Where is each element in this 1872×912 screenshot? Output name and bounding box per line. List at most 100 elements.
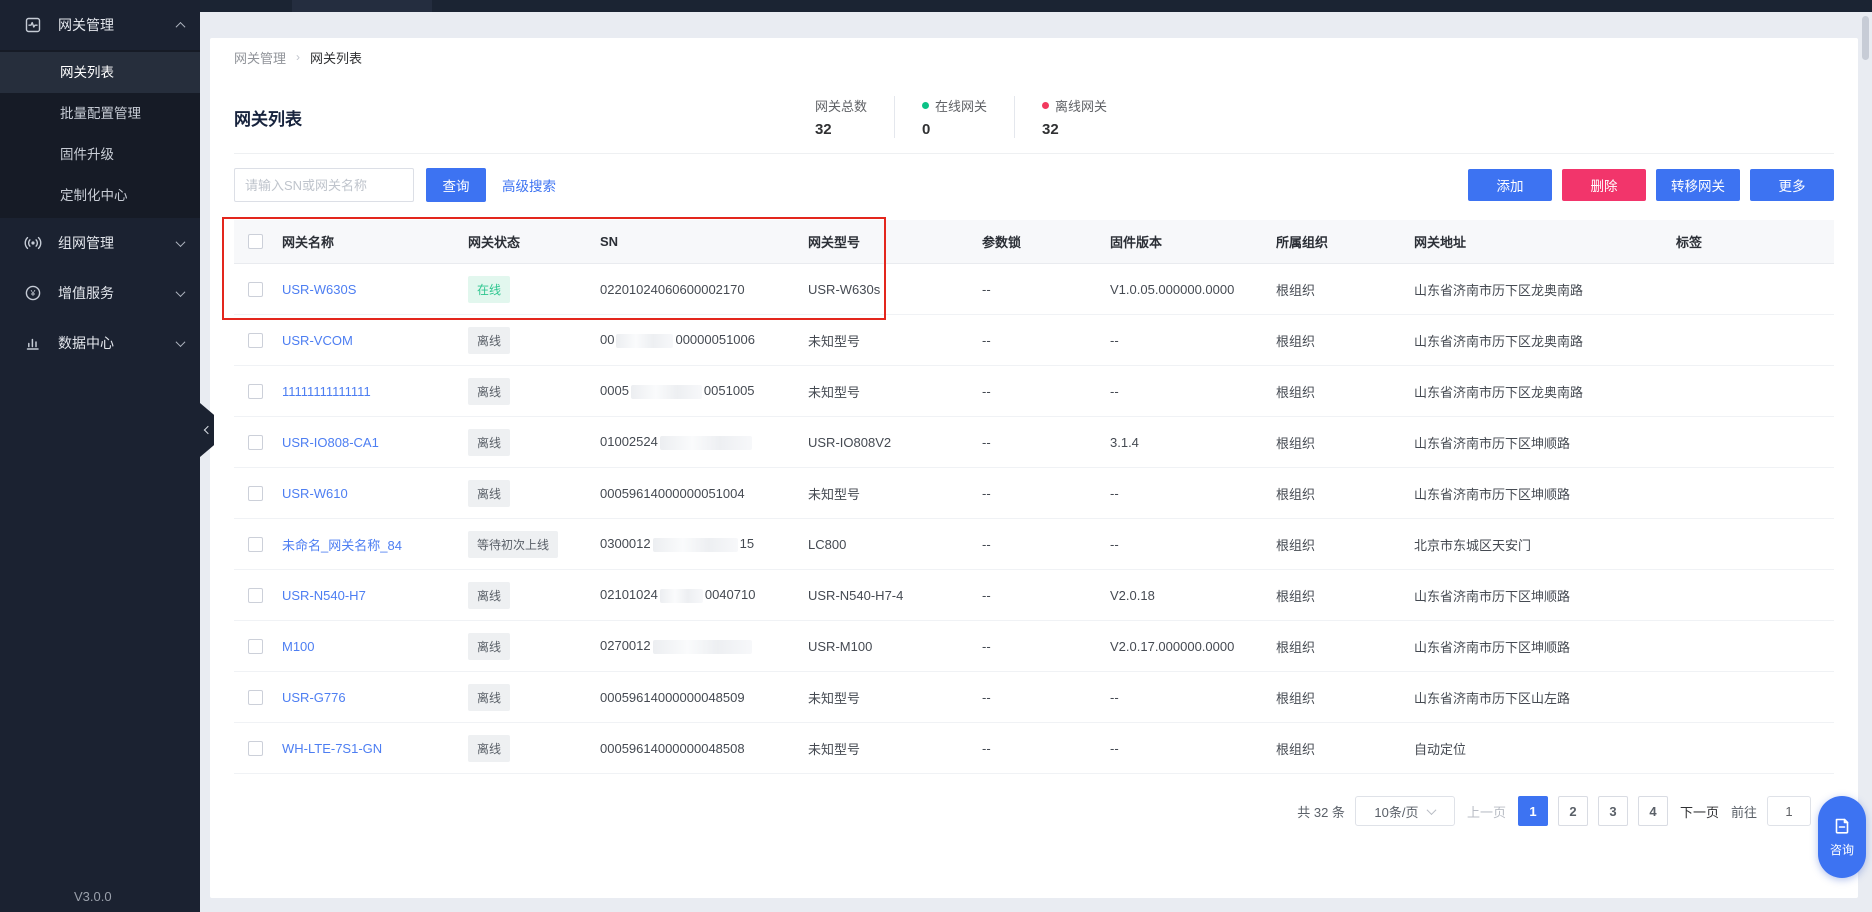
row-checkbox[interactable]: [248, 690, 263, 705]
gateway-name-link[interactable]: USR-W610: [282, 486, 348, 501]
transfer-gateway-button[interactable]: 转移网关: [1656, 169, 1740, 201]
sn-value: 030001215: [600, 536, 808, 552]
page-size-value: 10条/页: [1374, 802, 1418, 821]
advanced-search-link[interactable]: 高级搜索: [502, 175, 556, 195]
offline-dot-icon: [1042, 102, 1049, 109]
firmware-value: --: [1110, 333, 1276, 348]
add-button[interactable]: 添加: [1468, 169, 1552, 201]
org-value: 根组织: [1276, 382, 1414, 401]
consult-label: 咨询: [1830, 841, 1854, 858]
sidebar-item-batch-config[interactable]: 批量配置管理: [0, 93, 200, 134]
row-checkbox[interactable]: [248, 639, 263, 654]
more-button[interactable]: 更多: [1750, 169, 1834, 201]
org-value: 根组织: [1276, 484, 1414, 503]
row-checkbox[interactable]: [248, 282, 263, 297]
next-page-button[interactable]: 下一页: [1680, 802, 1719, 821]
sn-text: 0300012: [600, 536, 651, 551]
model-value: USR-W630s: [808, 282, 982, 297]
table-row: 未命名_网关名称_84 等待初次上线 030001215 LC800 -- --…: [234, 519, 1834, 570]
model-value: USR-M100: [808, 639, 982, 654]
select-all-checkbox[interactable]: [248, 234, 263, 249]
row-checkbox[interactable]: [248, 741, 263, 756]
gateway-name-link[interactable]: USR-W630S: [282, 282, 356, 297]
sidebar-item-network-management[interactable]: 组网管理: [0, 218, 200, 268]
sn-text: 00059614000000048508: [600, 741, 745, 756]
stat-value: 32: [1042, 121, 1107, 138]
gateway-name-link[interactable]: 11111111111111: [282, 384, 371, 399]
sn-text: 0270012: [600, 638, 651, 653]
breadcrumb-root[interactable]: 网关管理: [234, 48, 286, 67]
sidebar-item-gateway-management[interactable]: 网关管理: [0, 0, 200, 50]
page-button-1[interactable]: 1: [1518, 796, 1548, 826]
chevron-down-icon: [176, 287, 186, 297]
org-value: 根组织: [1276, 535, 1414, 554]
redaction-blur: [660, 436, 752, 450]
row-checkbox[interactable]: [248, 537, 263, 552]
sidebar-item-label: 组网管理: [58, 233, 177, 253]
gateway-name-link[interactable]: 未命名_网关名称_84: [282, 538, 402, 553]
stat-value: 32: [815, 121, 867, 138]
page-button-4[interactable]: 4: [1638, 796, 1668, 826]
gateway-name-link[interactable]: USR-IO808-CA1: [282, 435, 379, 450]
goto-page-input[interactable]: [1767, 796, 1811, 826]
sn-text: 00000051006: [675, 332, 755, 347]
gateway-management-icon: [24, 15, 44, 35]
gateway-name-link[interactable]: USR-VCOM: [282, 333, 353, 348]
row-checkbox[interactable]: [248, 435, 263, 450]
status-badge: 在线: [468, 276, 510, 303]
redaction-blur: [660, 589, 703, 603]
param-lock-value: --: [982, 588, 1110, 603]
app-version: V3.0.0: [74, 889, 112, 904]
gateway-name-link[interactable]: USR-N540-H7: [282, 588, 366, 603]
sidebar-submenu: 网关列表 批量配置管理 固件升级 定制化中心: [0, 50, 200, 218]
stat-label: 网关总数: [815, 96, 867, 115]
prev-page-button[interactable]: 上一页: [1467, 802, 1506, 821]
firmware-value: 3.1.4: [1110, 435, 1276, 450]
firmware-value: --: [1110, 486, 1276, 501]
gateway-name-link[interactable]: WH-LTE-7S1-GN: [282, 741, 382, 756]
row-checkbox[interactable]: [248, 486, 263, 501]
org-value: 根组织: [1276, 280, 1414, 299]
breadcrumb-separator-icon: ›: [296, 50, 300, 64]
sidebar-item-data-center[interactable]: 数据中心: [0, 318, 200, 368]
chevron-down-icon: [1427, 805, 1437, 815]
param-lock-value: --: [982, 282, 1110, 297]
sn-value: 0000000051006: [600, 332, 808, 348]
sn-text: 02101024: [600, 587, 658, 602]
column-header: 网关地址: [1414, 232, 1676, 251]
sn-text: 01002524: [600, 434, 658, 449]
delete-button[interactable]: 删除: [1562, 169, 1646, 201]
sidebar-item-value-added-services[interactable]: ¥ 增值服务: [0, 268, 200, 318]
sidebar-item-firmware-upgrade[interactable]: 固件升级: [0, 134, 200, 175]
column-header: 网关名称: [282, 232, 468, 251]
table-row: USR-W610 离线 00059614000000051004 未知型号 --…: [234, 468, 1834, 519]
sn-text: 00059614000000051004: [600, 486, 745, 501]
table-row: M100 离线 0270012 USR-M100 -- V2.0.17.0000…: [234, 621, 1834, 672]
query-button[interactable]: 查询: [426, 168, 486, 202]
sidebar-item-gateway-list[interactable]: 网关列表: [0, 52, 200, 93]
row-checkbox[interactable]: [248, 384, 263, 399]
pagination: 共 32 条 10条/页 上一页 1 2 3 4 下一页 前往 页: [234, 796, 1834, 826]
column-header: 网关状态: [468, 232, 600, 251]
param-lock-value: --: [982, 741, 1110, 756]
scrollbar-thumb[interactable]: [1862, 16, 1869, 60]
sidebar-item-customization-center[interactable]: 定制化中心: [0, 175, 200, 216]
stat-label: 离线网关: [1055, 96, 1107, 115]
firmware-value: --: [1110, 690, 1276, 705]
firmware-value: --: [1110, 741, 1276, 756]
org-value: 根组织: [1276, 688, 1414, 707]
row-checkbox[interactable]: [248, 333, 263, 348]
page-size-select[interactable]: 10条/页: [1355, 796, 1455, 826]
page-button-2[interactable]: 2: [1558, 796, 1588, 826]
consult-button[interactable]: 咨询: [1818, 796, 1866, 878]
search-input[interactable]: [234, 168, 414, 202]
sn-value: 00059614000000048508: [600, 741, 808, 756]
address-value: 山东省济南市历下区龙奥南路: [1414, 331, 1676, 350]
row-checkbox[interactable]: [248, 588, 263, 603]
gateway-name-link[interactable]: USR-G776: [282, 690, 346, 705]
address-value: 自动定位: [1414, 739, 1676, 758]
page-button-3[interactable]: 3: [1598, 796, 1628, 826]
sn-value: 00059614000000048509: [600, 690, 808, 705]
gateway-name-link[interactable]: M100: [282, 639, 315, 654]
status-badge: 离线: [468, 633, 510, 660]
